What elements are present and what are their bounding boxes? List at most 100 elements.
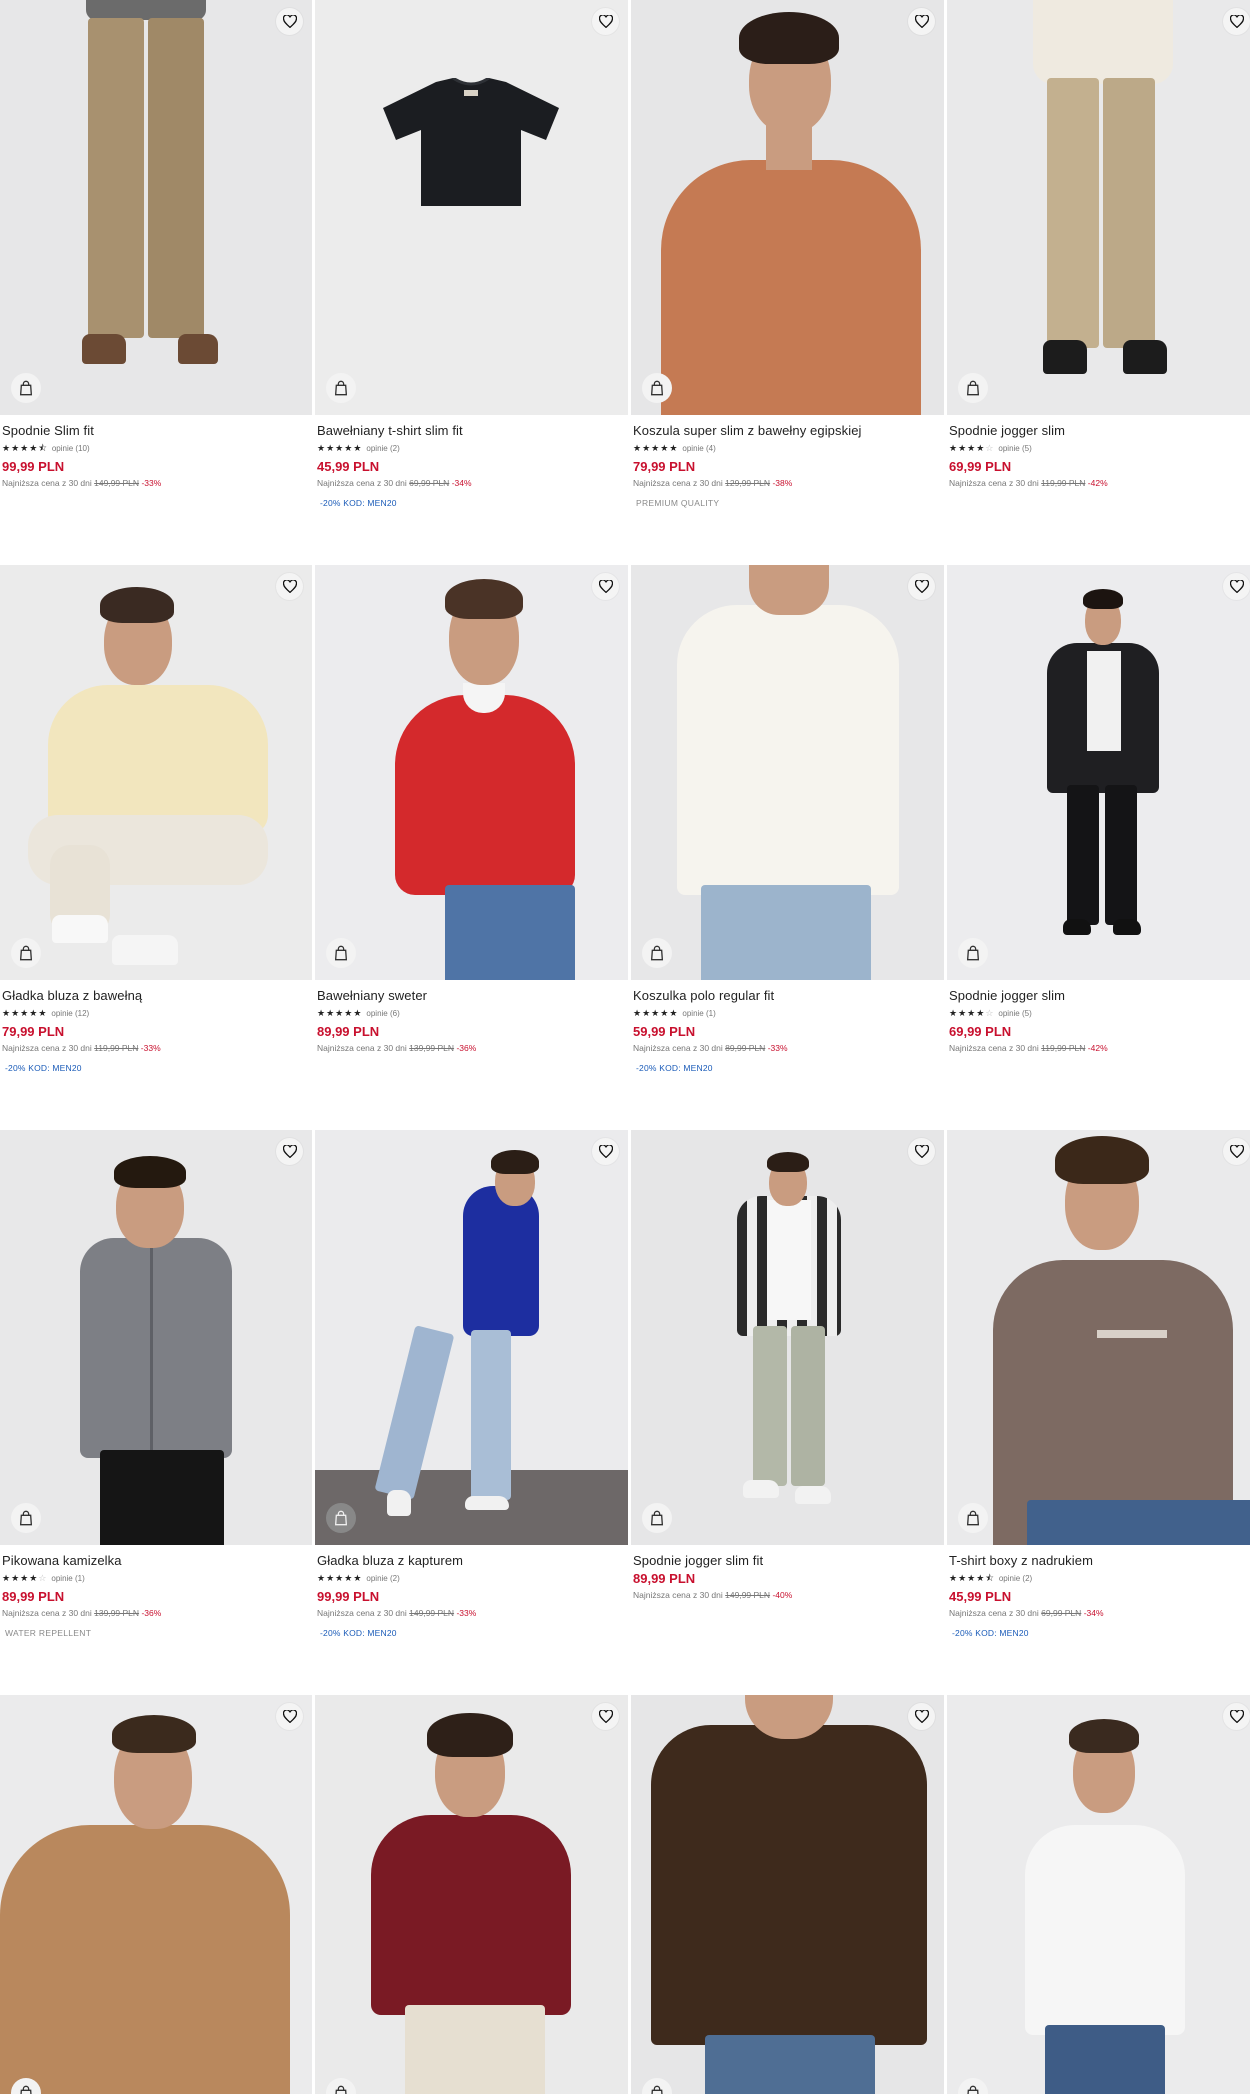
reviews-count[interactable]: opinie (2) <box>999 1574 1032 1583</box>
product-name[interactable]: Gładka bluza z kapturem <box>317 1553 626 1570</box>
reviews-count[interactable]: opinie (1) <box>51 1574 84 1583</box>
add-to-cart-button[interactable] <box>326 373 356 403</box>
star-icon: ★ <box>11 1008 21 1019</box>
lowest-price-label: Najniższa cena z 30 dni <box>2 1608 92 1618</box>
product-name[interactable]: Pikowana kamizelka <box>2 1553 310 1570</box>
reviews-count[interactable]: opinie (5) <box>998 1009 1031 1018</box>
product-image[interactable] <box>947 0 1250 415</box>
favorite-button[interactable] <box>908 1138 935 1165</box>
favorite-button[interactable] <box>908 573 935 600</box>
reviews-count[interactable]: opinie (2) <box>366 444 399 453</box>
favorite-button[interactable] <box>276 1138 303 1165</box>
add-to-cart-button[interactable] <box>11 938 41 968</box>
add-to-cart-button[interactable] <box>958 373 988 403</box>
reviews-count[interactable]: opinie (1) <box>682 1009 715 1018</box>
favorite-button[interactable] <box>276 8 303 35</box>
product-image[interactable] <box>315 565 628 980</box>
favorite-button[interactable] <box>592 8 619 35</box>
lowest-price-info: Najniższa cena z 30 dni 119,99 PLN -42% <box>949 1043 1250 1053</box>
add-to-cart-button[interactable] <box>11 1503 41 1533</box>
add-to-cart-button[interactable] <box>958 1503 988 1533</box>
product-card[interactable]: Gładka bluza z kapturem ★★★★★ opinie (2) … <box>315 1130 628 1695</box>
product-card[interactable]: Spodnie Slim fit ★★★★⯪ opinie (10) 99,99 … <box>0 0 312 565</box>
product-image[interactable] <box>631 1130 944 1545</box>
old-price: 129,99 PLN <box>725 478 771 488</box>
product-card[interactable]: Spodnie jogger slim ★★★★☆ opinie (5) 69,9… <box>947 565 1250 1130</box>
add-to-cart-button[interactable] <box>642 2078 672 2094</box>
product-name[interactable]: Gładka bluza z bawełną <box>2 988 310 1005</box>
favorite-button[interactable] <box>908 8 935 35</box>
product-image[interactable] <box>947 565 1250 980</box>
favorite-button[interactable] <box>1223 8 1250 35</box>
reviews-count[interactable]: opinie (6) <box>366 1009 399 1018</box>
product-card[interactable] <box>947 1695 1250 2094</box>
star-icon: ★ <box>633 443 643 454</box>
product-card[interactable]: Pikowana kamizelka ★★★★☆ opinie (1) 89,99… <box>0 1130 312 1695</box>
add-to-cart-button[interactable] <box>958 938 988 968</box>
product-image[interactable] <box>0 565 312 980</box>
product-card[interactable]: Koszula super slim z bawełny egipskiej ★… <box>631 0 944 565</box>
star-icon: ☆ <box>38 1573 48 1584</box>
star-icon: ★ <box>29 1008 39 1019</box>
product-card[interactable]: Spodnie jogger slim fit 89,99 PLN Najniż… <box>631 1130 944 1695</box>
add-to-cart-button[interactable] <box>642 938 672 968</box>
product-image[interactable] <box>315 0 628 415</box>
discount-percent: -42% <box>1087 478 1108 488</box>
reviews-count[interactable]: opinie (5) <box>998 444 1031 453</box>
add-to-cart-button[interactable] <box>642 373 672 403</box>
add-to-cart-button[interactable] <box>326 1503 356 1533</box>
product-card[interactable] <box>631 1695 944 2094</box>
old-price: 69,99 PLN <box>1041 1608 1082 1618</box>
product-image[interactable] <box>315 1695 628 2094</box>
favorite-button[interactable] <box>1223 573 1250 600</box>
product-price: 79,99 PLN <box>2 1024 65 1039</box>
product-name[interactable]: Bawełniany sweter <box>317 988 626 1005</box>
product-price: 79,99 PLN <box>633 459 696 474</box>
add-to-cart-button[interactable] <box>11 373 41 403</box>
reviews-count[interactable]: opinie (10) <box>52 444 90 453</box>
product-name[interactable]: Spodnie jogger slim <box>949 423 1250 440</box>
product-image[interactable] <box>631 1695 944 2094</box>
favorite-button[interactable] <box>276 573 303 600</box>
add-to-cart-button[interactable] <box>958 2078 988 2094</box>
product-image[interactable] <box>947 1130 1250 1545</box>
product-image[interactable] <box>631 0 944 415</box>
reviews-count[interactable]: opinie (12) <box>51 1009 89 1018</box>
product-image[interactable] <box>0 1695 312 2094</box>
product-price: 69,99 PLN <box>949 459 1012 474</box>
product-image[interactable] <box>0 0 312 415</box>
add-to-cart-button[interactable] <box>642 1503 672 1533</box>
favorite-button[interactable] <box>1223 1703 1250 1730</box>
product-card[interactable]: Spodnie jogger slim ★★★★☆ opinie (5) 69,9… <box>947 0 1250 565</box>
product-card[interactable]: Bawełniany t-shirt slim fit ★★★★★ opinie … <box>315 0 628 565</box>
favorite-button[interactable] <box>592 1138 619 1165</box>
product-image[interactable] <box>947 1695 1250 2094</box>
product-card[interactable]: Koszulka polo regular fit ★★★★★ opinie (1… <box>631 565 944 1130</box>
star-icon: ★ <box>344 443 354 454</box>
product-name[interactable]: Koszula super slim z bawełny egipskiej <box>633 423 942 440</box>
product-card[interactable] <box>315 1695 628 2094</box>
product-name[interactable]: Bawełniany t-shirt slim fit <box>317 423 626 440</box>
product-image[interactable] <box>0 1130 312 1545</box>
product-name[interactable]: Spodnie Slim fit <box>2 423 310 440</box>
product-name[interactable]: Spodnie jogger slim fit <box>633 1553 942 1570</box>
product-name[interactable]: Koszulka polo regular fit <box>633 988 942 1005</box>
product-card[interactable]: T-shirt boxy z nadrukiem ★★★★⯪ opinie (2)… <box>947 1130 1250 1695</box>
favorite-button[interactable] <box>592 1703 619 1730</box>
product-image[interactable] <box>631 565 944 980</box>
product-card[interactable]: Gładka bluza z bawełną ★★★★★ opinie (12) … <box>0 565 312 1130</box>
reviews-count[interactable]: opinie (4) <box>682 444 715 453</box>
product-image[interactable] <box>315 1130 628 1545</box>
favorite-button[interactable] <box>276 1703 303 1730</box>
product-name[interactable]: Spodnie jogger slim <box>949 988 1250 1005</box>
favorite-button[interactable] <box>908 1703 935 1730</box>
favorite-button[interactable] <box>1223 1138 1250 1165</box>
product-name[interactable]: T-shirt boxy z nadrukiem <box>949 1553 1250 1570</box>
product-card[interactable] <box>0 1695 312 2094</box>
add-to-cart-button[interactable] <box>326 938 356 968</box>
favorite-button[interactable] <box>592 573 619 600</box>
star-icon: ★ <box>353 1573 363 1584</box>
product-card[interactable]: Bawełniany sweter ★★★★★ opinie (6) 89,99 … <box>315 565 628 1130</box>
reviews-count[interactable]: opinie (2) <box>366 1574 399 1583</box>
add-to-cart-button[interactable] <box>326 2078 356 2094</box>
